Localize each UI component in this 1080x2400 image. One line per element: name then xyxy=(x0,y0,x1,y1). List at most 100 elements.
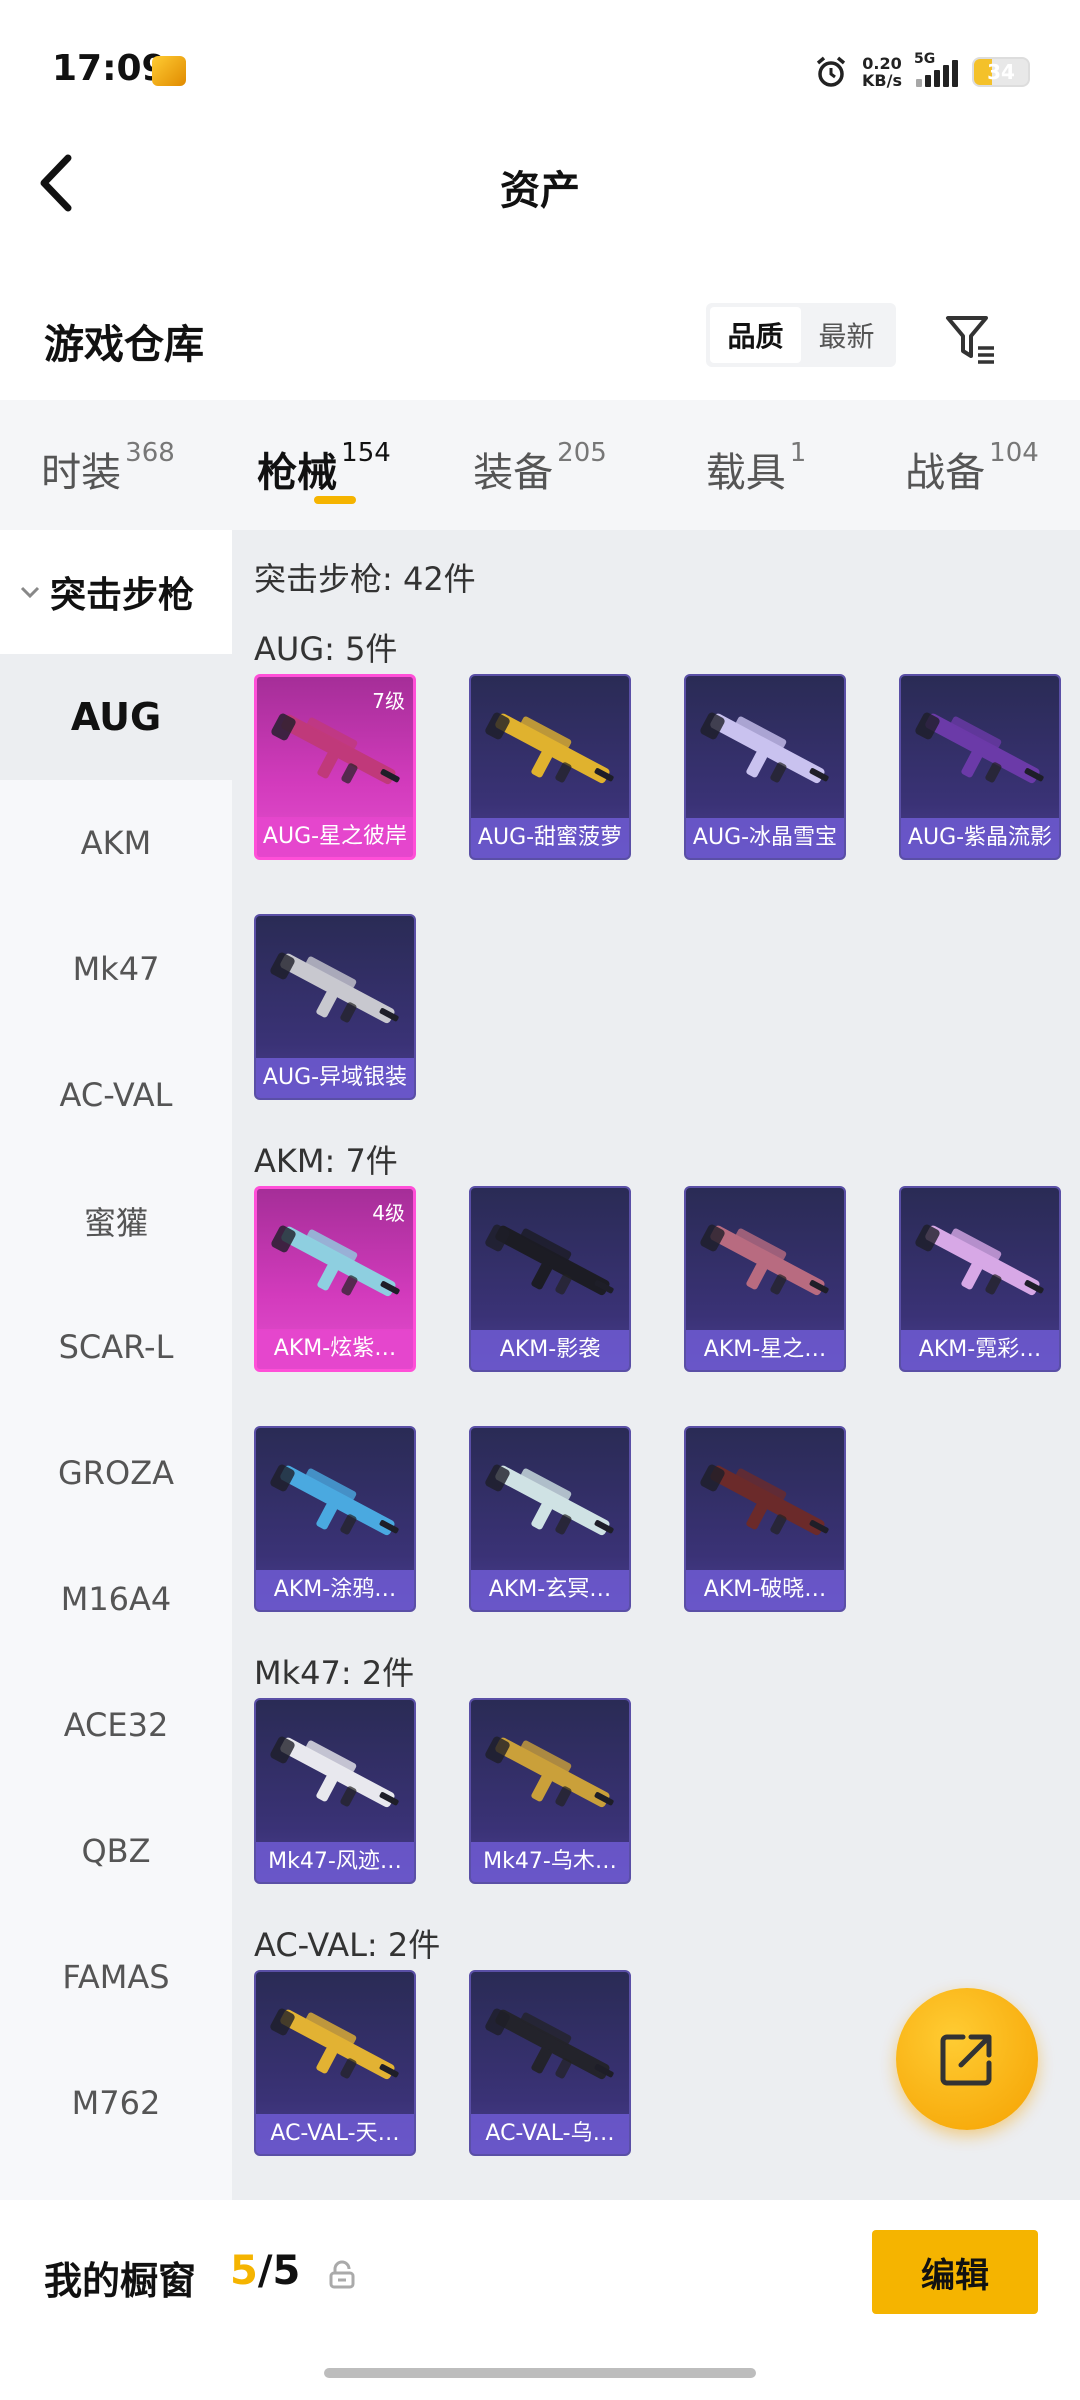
gun-image xyxy=(270,2008,399,2080)
tab-count: 205 xyxy=(557,438,607,468)
net-speed-unit: KB/s xyxy=(862,71,902,90)
tab-label: 枪械 xyxy=(257,450,338,496)
status-bar: 17:09 0.20 KB/s 5G 34 xyxy=(0,0,1080,140)
page-title: 资产 xyxy=(500,168,580,214)
weapon-card[interactable]: 7级 AUG-星之彼岸 xyxy=(254,674,416,860)
gun-image xyxy=(485,712,614,784)
signal-icon: 5G xyxy=(914,51,958,87)
weapon-card[interactable]: Mk47-乌木… xyxy=(469,1698,631,1884)
weapon-card[interactable]: AUG-异域银装 xyxy=(254,914,416,1100)
showcase-current: 5 xyxy=(230,2248,258,2294)
sidebar-item-groza[interactable]: GROZA xyxy=(0,1410,232,1536)
weapon-name: Mk47-风迹… xyxy=(256,1842,414,1882)
sidebar-item-scar-l[interactable]: SCAR-L xyxy=(0,1284,232,1410)
gun-image xyxy=(485,1464,614,1536)
weapon-card[interactable]: Mk47-风迹… xyxy=(254,1698,416,1884)
tab-count: 368 xyxy=(125,438,175,468)
tab-equipment[interactable]: 装备 205 xyxy=(432,400,648,530)
tab-fashion[interactable]: 时装 368 xyxy=(0,400,216,530)
battery-icon: 34 xyxy=(972,57,1030,87)
weapon-grid: 突击步枪: 42件 AUG: 5件 7级 AUG-星之彼岸 AUG-甜蜜菠萝 AUG-冰… xyxy=(232,530,1080,2200)
sidebar-item-ac-val[interactable]: AC-VAL xyxy=(0,1032,232,1158)
edit-button[interactable]: 编辑 xyxy=(872,2230,1038,2314)
sidebar-item-famas[interactable]: FAMAS xyxy=(0,1914,232,2040)
sidebar-item-mk47[interactable]: Mk47 xyxy=(0,906,232,1032)
weapon-name: AUG-紫晶流影 xyxy=(901,818,1059,858)
category-total: 突击步枪: 42件 xyxy=(254,560,476,598)
sidebar-item-aug[interactable]: AUG xyxy=(0,654,232,780)
sidebar-item-honey-badger[interactable]: 蜜獾 xyxy=(0,1158,232,1284)
weapon-card[interactable]: AC-VAL-乌… xyxy=(469,1970,631,2156)
tab-count: 1 xyxy=(789,438,807,468)
weapon-level-badge: 7级 xyxy=(372,689,405,713)
footer-bar: 我的橱窗 5/5 编辑 xyxy=(0,2200,1080,2400)
weapon-name: AKM-破晓… xyxy=(686,1570,844,1610)
tab-vehicles[interactable]: 载具 1 xyxy=(648,400,864,530)
sort-quality-button[interactable]: 品质 xyxy=(710,307,801,363)
weapon-card[interactable]: AUG-冰晶雪宝 xyxy=(684,674,846,860)
weapon-name: Mk47-乌木… xyxy=(471,1842,629,1882)
net-speed-value: 0.20 xyxy=(862,54,902,73)
lock-icon xyxy=(329,2260,355,2289)
gun-image xyxy=(915,712,1044,784)
group-label: AUG: 5件 xyxy=(254,630,398,668)
weapon-name: AKM-星之… xyxy=(686,1330,844,1370)
sidebar-item-akm[interactable]: AKM xyxy=(0,780,232,906)
weapon-card[interactable]: AKM-玄冥… xyxy=(469,1426,631,1612)
net-speed: 0.20 KB/s xyxy=(862,55,902,89)
weapon-name: AKM-霓彩… xyxy=(901,1330,1059,1370)
weapon-name: AC-VAL-乌… xyxy=(471,2114,629,2154)
gun-image xyxy=(270,1464,399,1536)
sort-newest-button[interactable]: 最新 xyxy=(801,307,892,363)
showcase-label: 我的橱窗 xyxy=(44,2259,197,2303)
weapon-card[interactable]: AUG-甜蜜菠萝 xyxy=(469,674,631,860)
weapon-card[interactable]: AC-VAL-天… xyxy=(254,1970,416,2156)
filter-icon[interactable] xyxy=(944,312,998,366)
showcase-count: 5/5 xyxy=(230,2248,300,2294)
gun-image xyxy=(485,1224,614,1296)
gun-image xyxy=(700,1464,829,1536)
status-indicators: 0.20 KB/s 5G 34 xyxy=(814,51,1030,92)
tab-count: 154 xyxy=(341,438,391,468)
sidebar-category-header[interactable]: 突击步枪 xyxy=(0,530,232,654)
showcase-total: /5 xyxy=(257,2248,301,2294)
weapon-name: AC-VAL-天… xyxy=(256,2114,414,2154)
gun-image xyxy=(270,952,399,1024)
sidebar-category-label: 突击步枪 xyxy=(50,575,195,616)
section-title: 游戏仓库 xyxy=(44,322,204,368)
weapon-name: AKM-玄冥… xyxy=(471,1570,629,1610)
tab-label: 载具 xyxy=(705,450,786,496)
battery-level: 34 xyxy=(987,60,1015,84)
alarm-icon xyxy=(816,56,846,87)
gun-image xyxy=(700,712,829,784)
weapon-card[interactable]: AKM-影袭 xyxy=(469,1186,631,1372)
network-type: 5G xyxy=(914,51,936,67)
weapon-card[interactable]: AKM-涂鸦… xyxy=(254,1426,416,1612)
weapon-card[interactable]: AKM-霓彩… xyxy=(899,1186,1061,1372)
category-tabs: 时装 368 枪械 154 装备 205 载具 1 战备 104 xyxy=(0,400,1080,530)
tab-label: 战备 xyxy=(905,450,986,496)
gun-image xyxy=(485,1736,614,1808)
sort-toggle: 品质 最新 xyxy=(706,303,896,367)
tab-gear[interactable]: 战备 104 xyxy=(864,400,1080,530)
gun-image xyxy=(270,1736,399,1808)
sidebar-item-m16a4[interactable]: M16A4 xyxy=(0,1536,232,1662)
sidebar-item-ace32[interactable]: ACE32 xyxy=(0,1662,232,1788)
weapon-card[interactable]: 4级 AKM-炫紫… xyxy=(254,1186,416,1372)
share-button[interactable] xyxy=(896,1988,1038,2130)
weapon-card[interactable]: AKM-破晓… xyxy=(684,1426,846,1612)
tab-guns[interactable]: 枪械 154 xyxy=(216,400,432,530)
status-time: 17:09 xyxy=(52,48,167,89)
weapon-card[interactable]: AUG-紫晶流影 xyxy=(899,674,1061,860)
group-label: Mk47: 2件 xyxy=(254,1654,415,1692)
weapon-type-sidebar: 突击步枪 AUG AKM Mk47 AC-VAL 蜜獾 SCAR-L GROZA… xyxy=(0,530,232,2200)
app-notification-icon xyxy=(152,56,186,86)
group-label: AKM: 7件 xyxy=(254,1142,398,1180)
sidebar-item-m762[interactable]: M762 xyxy=(0,2040,232,2166)
sidebar-item-qbz[interactable]: QBZ xyxy=(0,1788,232,1914)
weapon-card[interactable]: AKM-星之… xyxy=(684,1186,846,1372)
chevron-down-icon xyxy=(20,586,40,599)
active-tab-indicator xyxy=(314,496,356,504)
tab-label: 装备 xyxy=(473,450,554,496)
gun-image xyxy=(485,2008,614,2080)
